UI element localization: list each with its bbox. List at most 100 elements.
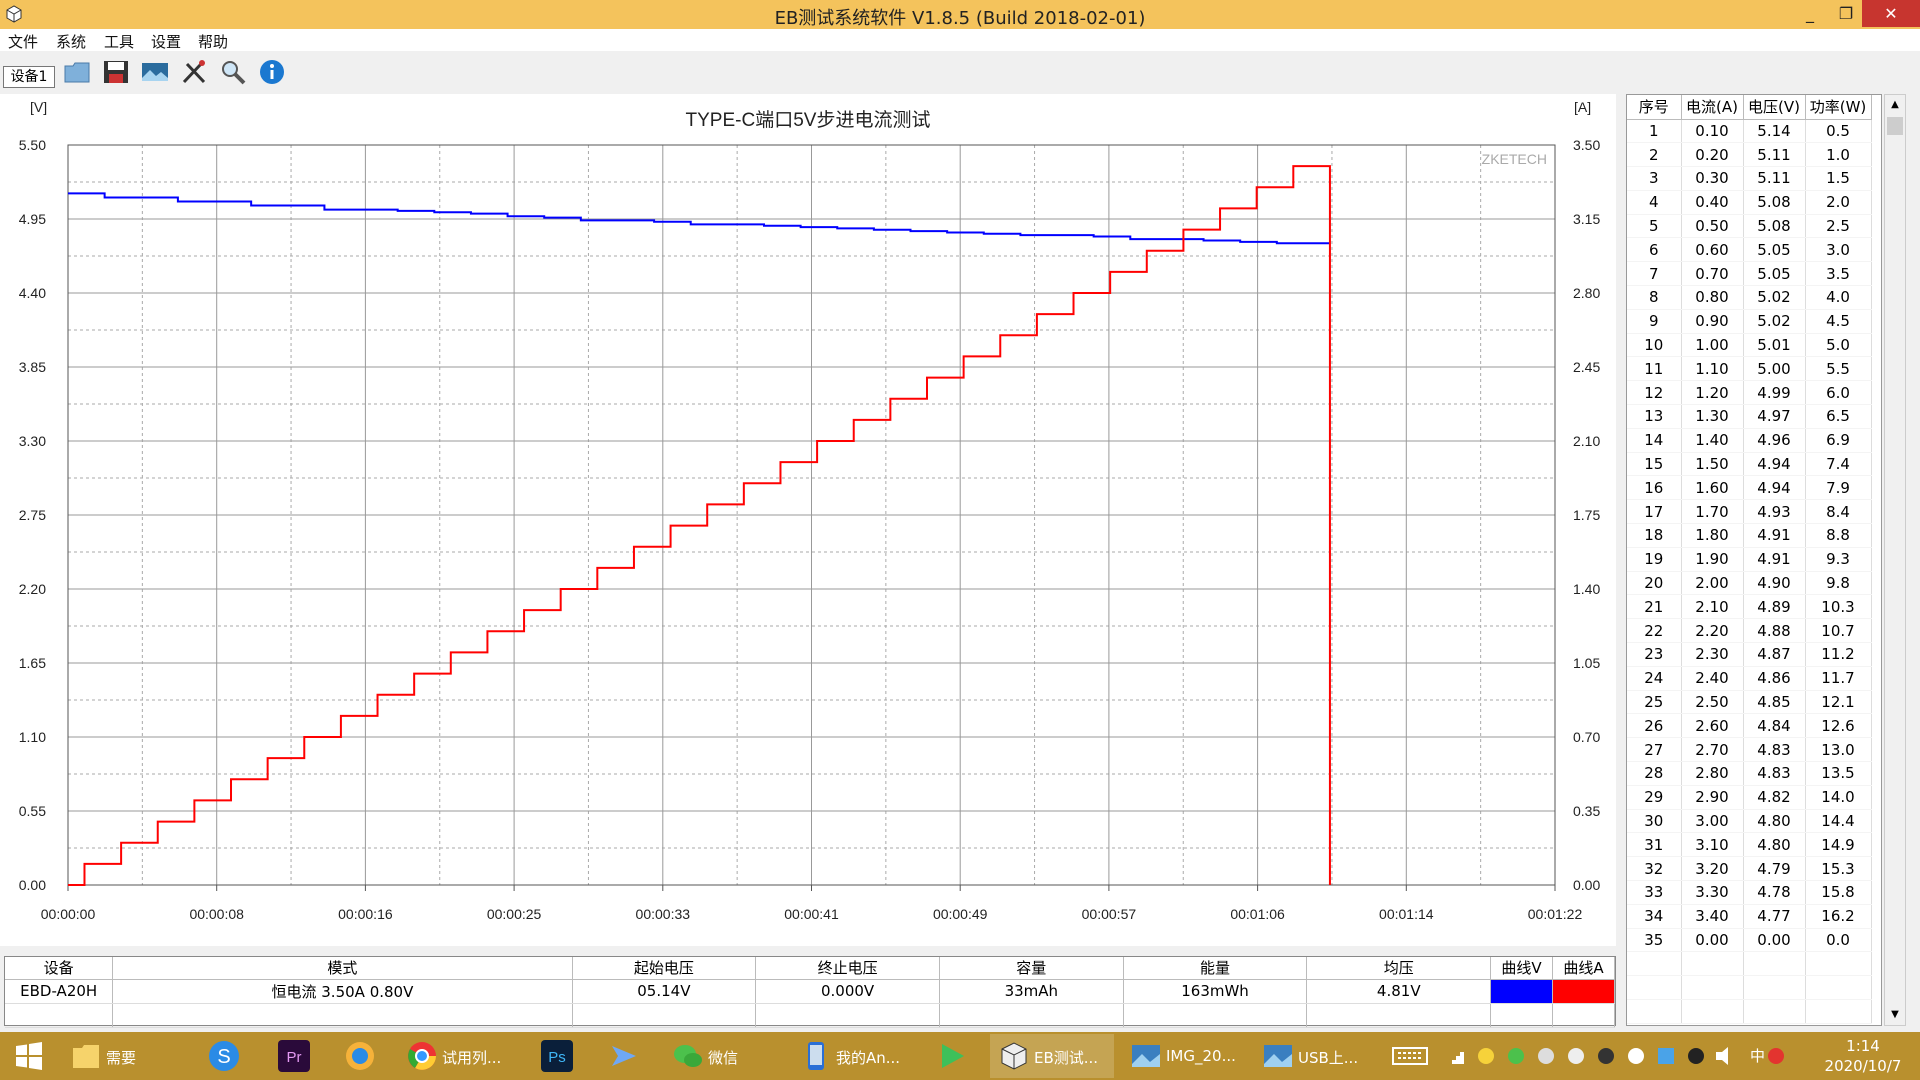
cell-index: 23	[1627, 642, 1682, 667]
table-row[interactable]: 15 1.50 4.94 7.4	[1627, 452, 1872, 477]
table-row[interactable]: 28 2.80 4.83 13.5	[1627, 761, 1872, 786]
col-power[interactable]: 功率(W)	[1805, 95, 1872, 120]
cell-voltage: 4.77	[1743, 904, 1806, 929]
cell-current: 3.00	[1681, 809, 1744, 834]
y-left-tick-label: 3.30	[19, 433, 46, 449]
taskbar-feishu[interactable]	[600, 1034, 648, 1078]
table-row[interactable]: 5 0.50 5.08 2.5	[1627, 214, 1872, 239]
table-row[interactable]: 20 2.00 4.90 9.8	[1627, 571, 1872, 596]
close-button[interactable]: ✕	[1862, 0, 1920, 27]
table-row[interactable]: 25 2.50 4.85 12.1	[1627, 690, 1872, 715]
curve-a-swatch[interactable]	[1552, 979, 1615, 1004]
table-row[interactable]: 29 2.90 4.82 14.0	[1627, 785, 1872, 810]
chrome-icon	[408, 1042, 436, 1070]
taskbar-player[interactable]	[928, 1034, 976, 1078]
table-row[interactable]: 9 0.90 5.02 4.5	[1627, 309, 1872, 334]
y-left-tick-label: 5.50	[19, 137, 46, 153]
cell-current: 1.90	[1681, 547, 1744, 572]
folder-icon[interactable]	[62, 58, 92, 86]
system-tray-icons[interactable]	[1444, 1032, 1784, 1080]
table-row[interactable]: 8 0.80 5.02 4.0	[1627, 285, 1872, 310]
menu-help[interactable]: 帮助	[198, 31, 228, 52]
info-icon[interactable]	[257, 58, 287, 86]
tools-icon[interactable]	[179, 58, 209, 86]
ime-indicator[interactable]: 中	[1750, 1045, 1765, 1069]
hdr-device: 设备	[5, 957, 114, 980]
taskbar-chrome[interactable]: 试用列...	[398, 1034, 516, 1078]
table-row[interactable]: 23 2.30 4.87 11.2	[1627, 642, 1872, 667]
keyboard-icon[interactable]	[1390, 1032, 1430, 1080]
taskbar-photoshop[interactable]: Ps	[533, 1034, 581, 1078]
scroll-up-icon[interactable]: ▲	[1885, 95, 1905, 115]
maximize-button[interactable]: ❐	[1826, 0, 1866, 27]
menu-system[interactable]: 系统	[56, 31, 86, 52]
col-index[interactable]: 序号	[1627, 95, 1682, 120]
table-row[interactable]: 14 1.40 4.96 6.9	[1627, 428, 1872, 453]
menu-file[interactable]: 文件	[8, 31, 38, 52]
table-row[interactable]: 1 0.10 5.14 0.5	[1627, 119, 1872, 144]
taskbar-image-2[interactable]: USB上...	[1254, 1034, 1378, 1078]
taskbar-eb-app[interactable]: EB测试...	[990, 1034, 1114, 1078]
cell-power: 8.4	[1805, 499, 1872, 525]
cell-voltage: 4.84	[1743, 713, 1806, 739]
table-row[interactable]: 18 1.80 4.91 8.8	[1627, 523, 1872, 548]
taskbar-wechat[interactable]: 微信	[664, 1034, 776, 1078]
table-row[interactable]: 30 3.00 4.80 14.4	[1627, 809, 1872, 834]
table-row[interactable]: 2 0.20 5.11 1.0	[1627, 142, 1872, 168]
table-row[interactable]: 11 1.10 5.00 5.5	[1627, 356, 1872, 382]
svg-text:S: S	[217, 1046, 230, 1068]
taskbar-premiere[interactable]: Pr	[270, 1034, 318, 1078]
cell-power: 1.5	[1805, 166, 1872, 191]
cell-index: 9	[1627, 309, 1682, 334]
taskbar-folder[interactable]: 需要	[62, 1034, 170, 1078]
table-row[interactable]: 22 2.20 4.88 10.7	[1627, 618, 1872, 644]
picture-icon[interactable]	[140, 58, 170, 86]
table-row[interactable]: 6 0.60 5.05 3.0	[1627, 237, 1872, 263]
table-row[interactable]: 32 3.20 4.79 15.3	[1627, 856, 1872, 881]
table-row[interactable]: 24 2.40 4.86 11.7	[1627, 666, 1872, 691]
menu-tools[interactable]: 工具	[104, 31, 134, 52]
table-row[interactable]: 4 0.40 5.08 2.0	[1627, 190, 1872, 215]
cell-power: 10.7	[1805, 618, 1872, 644]
table-row[interactable]: 7 0.70 5.05 3.5	[1627, 261, 1872, 287]
table-row[interactable]: 26 2.60 4.84 12.6	[1627, 713, 1872, 739]
save-icon[interactable]	[101, 58, 131, 86]
cell-voltage: 4.85	[1743, 690, 1806, 715]
col-current[interactable]: 电流(A)	[1681, 95, 1744, 120]
taskbar-image-1[interactable]: IMG_20...	[1122, 1034, 1246, 1078]
taskbar-sogou[interactable]: S	[200, 1034, 248, 1078]
cell-index: 3	[1627, 166, 1682, 191]
table-row[interactable]: 16 1.60 4.94 7.9	[1627, 475, 1872, 501]
taskbar-phone[interactable]: 我的An...	[792, 1034, 910, 1078]
y-left-tick-label: 2.75	[19, 507, 46, 523]
capacity-value: 33mAh	[939, 979, 1124, 1004]
table-row[interactable]: 17 1.70 4.93 8.4	[1627, 499, 1872, 525]
cell-voltage: 4.86	[1743, 666, 1806, 691]
menu-settings[interactable]: 设置	[151, 31, 181, 52]
windows-start-icon[interactable]	[8, 1034, 48, 1078]
table-row[interactable]: 33 3.30 4.78 15.8	[1627, 880, 1872, 905]
scroll-down-icon[interactable]: ▼	[1885, 1005, 1905, 1025]
table-scrollbar[interactable]: ▲ ▼	[1884, 94, 1906, 1026]
table-row[interactable]: 13 1.30 4.97 6.5	[1627, 404, 1872, 429]
clock[interactable]: 1:14 2020/10/7	[1808, 1036, 1918, 1076]
minimize-button[interactable]: _	[1790, 0, 1830, 27]
col-voltage[interactable]: 电压(V)	[1743, 95, 1806, 120]
table-row[interactable]: 12 1.20 4.99 6.0	[1627, 380, 1872, 406]
table-row[interactable]: 31 3.10 4.80 14.9	[1627, 832, 1872, 858]
table-row[interactable]: 35 0.00 0.00 0.0	[1627, 928, 1872, 953]
device-tab[interactable]: 设备1	[3, 66, 55, 88]
svg-text:Pr: Pr	[287, 1049, 302, 1066]
taskbar-browser[interactable]	[336, 1034, 384, 1078]
search-icon[interactable]	[218, 58, 248, 86]
table-row[interactable]: 21 2.10 4.89 10.3	[1627, 594, 1872, 620]
y-left-tick-label: 0.00	[19, 877, 46, 893]
cell-current: 2.20	[1681, 618, 1744, 644]
table-row[interactable]: 3 0.30 5.11 1.5	[1627, 166, 1872, 191]
curve-v-swatch[interactable]	[1490, 979, 1553, 1004]
scroll-thumb[interactable]	[1887, 117, 1903, 135]
table-row[interactable]: 10 1.00 5.01 5.0	[1627, 333, 1872, 358]
table-row[interactable]: 19 1.90 4.91 9.3	[1627, 547, 1872, 572]
table-row[interactable]: 34 3.40 4.77 16.2	[1627, 904, 1872, 929]
table-row[interactable]: 27 2.70 4.83 13.0	[1627, 737, 1872, 763]
